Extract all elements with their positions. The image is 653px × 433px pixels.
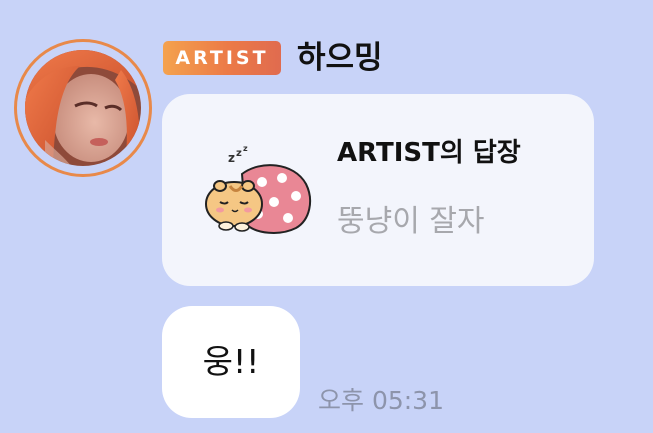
svg-text:z: z [228, 151, 235, 165]
avatar[interactable] [25, 50, 141, 166]
avatar-ring[interactable] [14, 39, 152, 177]
svg-text:z: z [236, 148, 242, 159]
message-text: 웅!! [202, 342, 260, 381]
artist-name[interactable]: 하으밍 [297, 36, 383, 80]
avatar-photo [25, 50, 141, 166]
artist-badge: ARTIST [163, 41, 281, 75]
chat-screen: ARTIST 하으밍 z z z ARTIST의 답장 뚱냥이 잘자 웅!! 오… [0, 0, 653, 433]
reply-title: ARTIST의 답장 [337, 138, 521, 168]
reply-card[interactable]: z z z ARTIST의 답장 뚱냥이 잘자 [162, 94, 594, 286]
message-timestamp: 오후 05:31 [318, 386, 444, 415]
sleeping-hamster-icon: z z z [190, 140, 316, 244]
message-bubble[interactable]: 웅!! [162, 306, 300, 418]
svg-text:z: z [243, 144, 248, 153]
reply-text: 뚱냥이 잘자 [337, 204, 485, 239]
